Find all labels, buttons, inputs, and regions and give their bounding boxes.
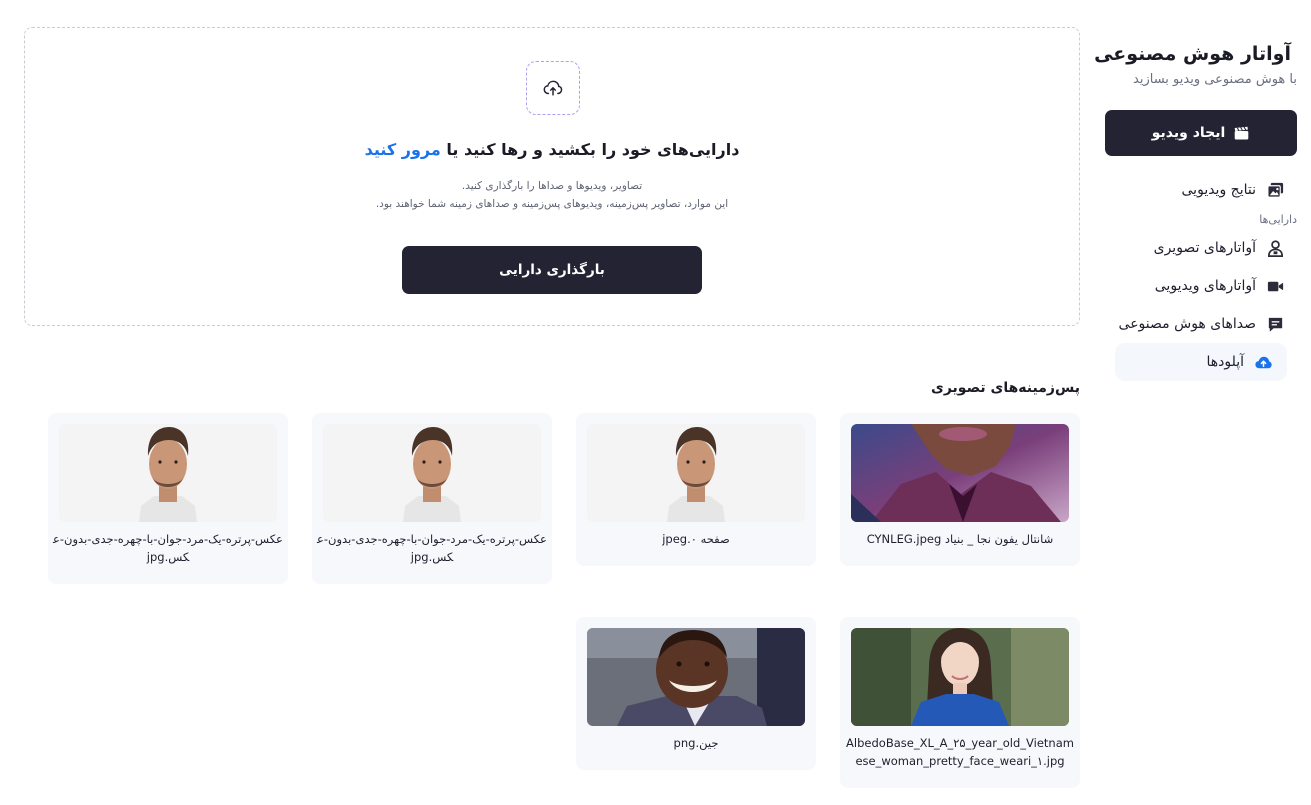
background-caption: شانتال یفون نجا _ بنیاد CYNLEG.jpeg — [866, 532, 1054, 546]
background-card[interactable]: عکس-پرتره-یک-مرد-جوان-با-چهره-جدی-بدون-ع… — [312, 413, 552, 584]
background-card[interactable]: صفحه ۰.jpeg — [576, 413, 816, 566]
background-card[interactable]: عکس-پرتره-یک-مرد-جوان-با-چهره-جدی-بدون-ع… — [48, 413, 288, 584]
video-camera-icon — [1267, 281, 1284, 291]
browse-link[interactable]: مرور کنید — [365, 140, 441, 159]
background-card[interactable]: شانتال یفون نجا _ بنیاد CYNLEG.jpeg — [840, 413, 1080, 566]
background-thumbnail — [851, 628, 1069, 726]
cloud-upload-icon — [1255, 356, 1272, 368]
upload-icon-box — [526, 61, 580, 115]
cloud-upload-outline-icon — [543, 80, 563, 96]
nav-image-avatars[interactable]: آواتارهای تصویری — [1097, 229, 1297, 267]
nav-video-results[interactable]: نتایج ویدیویی — [1097, 171, 1297, 209]
create-video-button[interactable]: ایجاد ویدیو — [1105, 110, 1297, 156]
background-caption: AlbedoBase_XL_A_۲۵_year_old_Vietnamese_w… — [846, 736, 1074, 768]
nav-ai-voices[interactable]: صداهای هوش مصنوعی — [1097, 305, 1297, 343]
background-thumbnail — [587, 424, 805, 522]
dropzone-description-line2: این موارد، تصاویر پس‌زمینه، ویدیوهای پس‌… — [375, 198, 729, 210]
create-video-label: ایجاد ویدیو — [1151, 125, 1226, 141]
background-thumbnail — [587, 628, 805, 726]
dropzone-description-line1: تصاویر، ویدیوها و صداها را بارگذاری کنید… — [461, 180, 643, 192]
background-thumbnail — [851, 424, 1069, 522]
background-caption: عکس-پرتره-یک-مرد-جوان-با-چهره-جدی-بدون-ع… — [317, 532, 547, 564]
nav-video-avatars[interactable]: آواتارهای ویدیویی — [1097, 267, 1297, 305]
background-caption: جین.png — [673, 736, 719, 750]
nav-video-avatars-label: آواتارهای ویدیویی — [1154, 278, 1256, 294]
dropzone-title: دارایی‌های خود را بکشید و رها کنید یا مر… — [25, 140, 1079, 159]
brand-title: آواتار هوش مصنوعی — [1094, 43, 1291, 65]
background-thumbnail — [323, 424, 541, 522]
nav-image-avatars-label: آواتارهای تصویری — [1153, 240, 1256, 256]
background-thumbnail — [59, 424, 277, 522]
sidebar: آواتار هوش مصنوعی با هوش مصنوعی ویدیو بس… — [1094, 40, 1297, 381]
nav-uploads-label: آپلودها — [1206, 354, 1244, 370]
brand: آواتار هوش مصنوعی — [1094, 40, 1297, 68]
image-backgrounds-heading: پس‌زمینه‌های تصویری — [931, 380, 1080, 396]
chat-icon — [1268, 317, 1283, 332]
background-caption: صفحه ۰.jpeg — [662, 532, 730, 546]
nav-uploads[interactable]: آپلودها — [1115, 343, 1287, 381]
dropzone-title-text: دارایی‌های خود را بکشید و رها کنید یا — [446, 140, 740, 159]
user-icon — [1267, 239, 1284, 257]
nav-video-results-label: نتایج ویدیویی — [1181, 182, 1256, 198]
gallery-icon — [1267, 182, 1284, 198]
upload-asset-button[interactable]: بارگذاری دارایی — [402, 246, 702, 294]
background-card[interactable]: جین.png — [576, 617, 816, 770]
upload-dropzone[interactable]: دارایی‌های خود را بکشید و رها کنید یا مر… — [24, 27, 1080, 326]
assets-section-label: دارایی‌ها — [1259, 213, 1297, 226]
background-card[interactable]: AlbedoBase_XL_A_۲۵_year_old_Vietnamese_w… — [840, 617, 1080, 788]
clapperboard-icon — [1234, 126, 1249, 139]
nav-ai-voices-label: صداهای هوش مصنوعی — [1118, 316, 1256, 332]
background-caption: عکس-پرتره-یک-مرد-جوان-با-چهره-جدی-بدون-ع… — [53, 532, 283, 564]
brand-subtitle: با هوش مصنوعی ویدیو بسازید — [1133, 72, 1297, 87]
